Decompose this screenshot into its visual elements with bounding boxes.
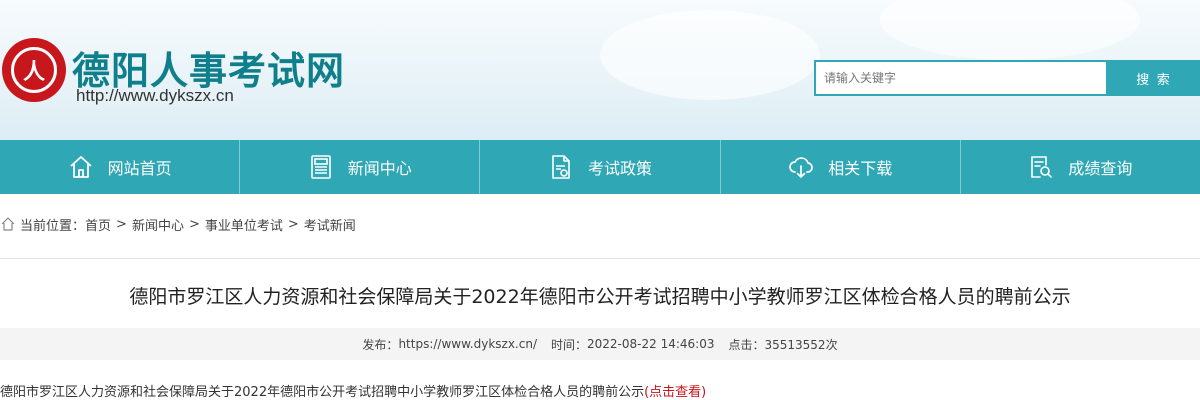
location-home-icon xyxy=(0,216,16,232)
search-input[interactable] xyxy=(816,62,1106,94)
nav-item-news[interactable]: 新闻中心 xyxy=(240,140,481,194)
breadcrumb-link-exam-news[interactable]: 考试新闻 xyxy=(304,215,356,234)
breadcrumb-separator: > xyxy=(116,216,127,232)
breadcrumb: 当前位置： 首页 > 新闻中心 > 事业单位考试 > 考试新闻 xyxy=(0,212,356,236)
search-box xyxy=(814,60,1108,96)
breadcrumb-separator: > xyxy=(188,216,200,232)
breadcrumb-separator: > xyxy=(287,216,299,232)
nav-label: 网站首页 xyxy=(107,159,172,178)
view-attachment-link[interactable]: (点击查看) xyxy=(644,385,706,400)
seal-logo-icon: 人 xyxy=(2,38,66,102)
time-label: 时间： xyxy=(551,337,588,352)
policy-document-icon xyxy=(548,154,574,180)
article-title: 德阳市罗江区人力资源和社会保障局关于2022年德阳市公开考试招聘中小学教师罗江区… xyxy=(129,286,1071,308)
search-button[interactable]: 搜 索 xyxy=(1108,60,1200,96)
nav-label: 考试政策 xyxy=(588,159,653,178)
nav-item-home[interactable]: 网站首页 xyxy=(0,140,241,194)
time-value: 2022-08-22 14:46:03 xyxy=(587,337,715,351)
article-meta: 发布： https://www.dykszx.cn/ 时间： 2022-08-2… xyxy=(0,328,1200,360)
nav-item-downloads[interactable]: 相关下载 xyxy=(721,140,961,194)
publisher-label: 发布： xyxy=(362,337,399,352)
site-header: 人 德阳人事考试网 http://www.dykszx.cn 搜 索 xyxy=(0,0,1200,140)
cloud-download-icon xyxy=(788,154,814,180)
article-body-text: 德阳市罗江区人力资源和社会保障局关于2022年德阳市公开考试招聘中小学教师罗江区… xyxy=(0,385,645,400)
search-document-icon xyxy=(1028,154,1054,180)
main-nav: 网站首页 新闻中心 考试政策 相关下载 成绩查询 xyxy=(0,140,1200,194)
hits-label: 点击： xyxy=(728,337,765,352)
breadcrumb-link-news[interactable]: 新闻中心 xyxy=(132,215,184,234)
header-decoration xyxy=(600,10,820,100)
nav-label: 新闻中心 xyxy=(347,159,412,178)
hits-value: 35513552次 xyxy=(764,337,838,352)
breadcrumb-link-home[interactable]: 首页 xyxy=(85,215,111,234)
site-url: http://www.dykszx.cn xyxy=(76,86,234,105)
site-logo[interactable]: 人 xyxy=(0,38,66,102)
nav-label: 成绩查询 xyxy=(1068,159,1133,178)
breadcrumb-prefix: 当前位置： xyxy=(20,218,86,234)
nav-item-policy[interactable]: 考试政策 xyxy=(480,140,721,194)
article-body: 德阳市罗江区人力资源和社会保障局关于2022年德阳市公开考试招聘中小学教师罗江区… xyxy=(0,381,706,400)
nav-item-scores[interactable]: 成绩查询 xyxy=(961,140,1200,194)
nav-label: 相关下载 xyxy=(828,159,893,178)
divider xyxy=(0,258,1200,259)
header-decoration xyxy=(880,0,1140,60)
breadcrumb-link-public-exam[interactable]: 事业单位考试 xyxy=(205,215,283,234)
newspaper-icon xyxy=(308,154,334,180)
publisher-value: https://www.dykszx.cn/ xyxy=(398,337,537,351)
home-icon xyxy=(68,154,94,180)
